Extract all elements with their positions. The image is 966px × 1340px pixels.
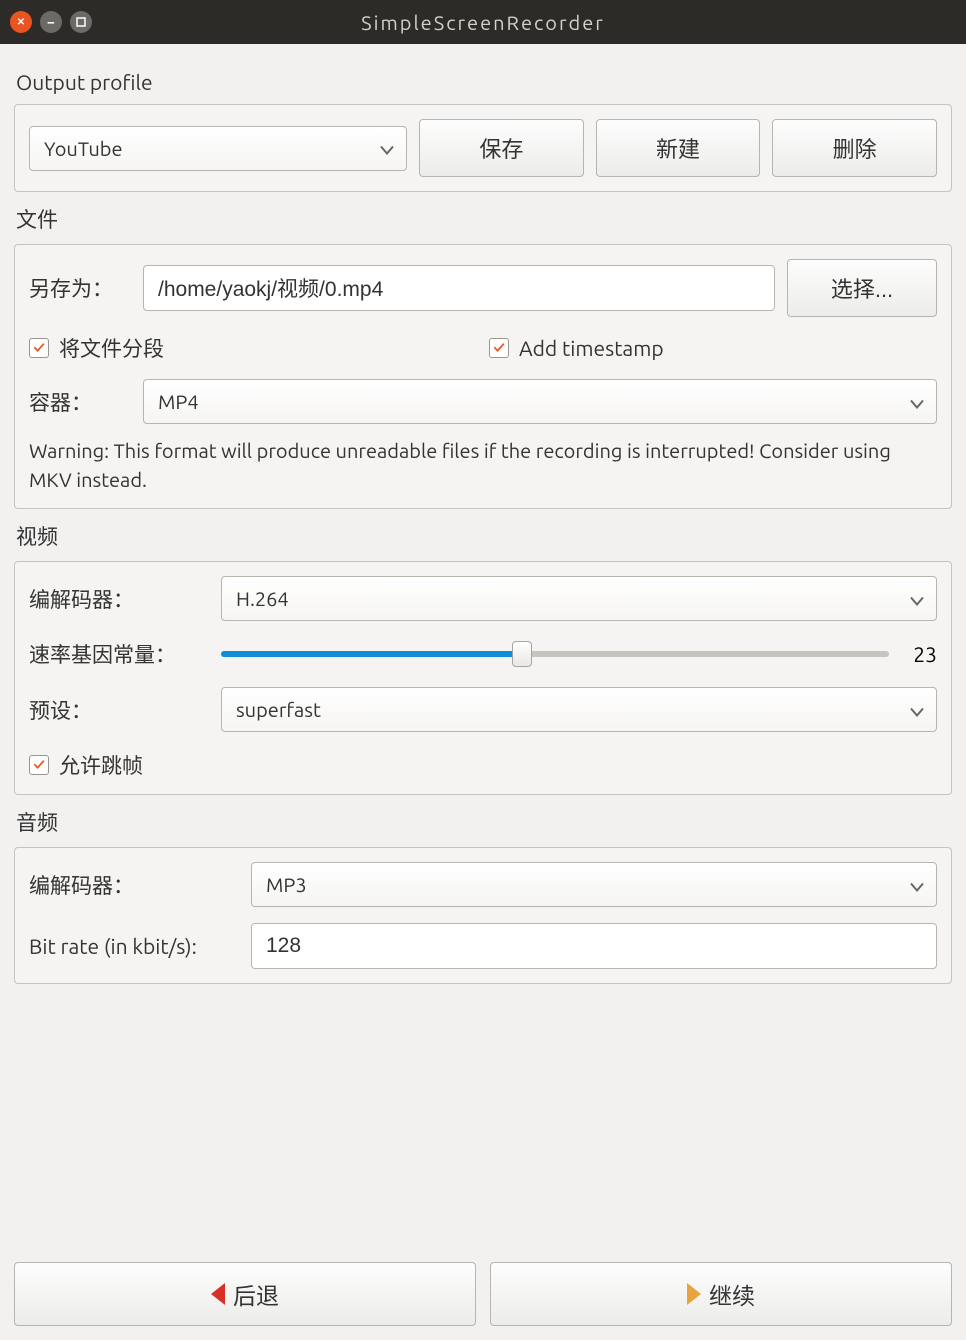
back-label: 后退 xyxy=(233,1277,279,1311)
crf-label: 速率基因常量： xyxy=(29,639,209,669)
container-value: MP4 xyxy=(158,390,199,413)
audio-section-label: 音频 xyxy=(16,807,952,837)
checkbox-icon xyxy=(29,755,49,775)
chevron-down-icon xyxy=(910,698,924,721)
crf-slider[interactable] xyxy=(221,651,889,657)
chevron-down-icon xyxy=(380,137,394,160)
file-panel: 另存为： 选择... 将文件分段 Add timestamp 容器： MP4 xyxy=(14,244,952,509)
segment-checkbox-label: 将文件分段 xyxy=(59,333,164,363)
audio-codec-value: MP3 xyxy=(266,873,307,896)
video-panel: 编解码器： H.264 速率基因常量： 23 预设： xyxy=(14,561,952,795)
profile-value: YouTube xyxy=(44,137,123,160)
chevron-down-icon xyxy=(910,390,924,413)
save-button[interactable]: 保存 xyxy=(419,119,584,177)
window-controls xyxy=(10,11,92,33)
checkbox-icon xyxy=(489,338,509,358)
continue-label: 继续 xyxy=(709,1277,755,1311)
container-warning: Warning: This format will produce unread… xyxy=(29,436,937,494)
video-codec-select[interactable]: H.264 xyxy=(221,576,937,621)
file-section-label: 文件 xyxy=(16,204,952,234)
preset-select[interactable]: superfast xyxy=(221,687,937,732)
save-as-input[interactable] xyxy=(143,265,775,311)
delete-button[interactable]: 删除 xyxy=(772,119,937,177)
video-codec-value: H.264 xyxy=(236,587,289,610)
container-label: 容器： xyxy=(29,387,131,417)
continue-button[interactable]: 继续 xyxy=(490,1262,952,1326)
chevron-down-icon xyxy=(910,873,924,896)
minimize-icon[interactable] xyxy=(40,11,62,33)
container-select[interactable]: MP4 xyxy=(143,379,937,424)
save-as-label: 另存为： xyxy=(29,273,131,303)
maximize-icon[interactable] xyxy=(70,11,92,33)
bitrate-label: Bit rate (in kbit/s): xyxy=(29,934,239,958)
audio-codec-select[interactable]: MP3 xyxy=(251,862,937,907)
arrow-left-icon xyxy=(211,1283,225,1305)
titlebar: SimpleScreenRecorder xyxy=(0,0,966,44)
bitrate-input[interactable] xyxy=(251,923,937,969)
new-button[interactable]: 新建 xyxy=(596,119,761,177)
output-profile-label: Output profile xyxy=(16,70,952,94)
segment-checkbox[interactable]: 将文件分段 xyxy=(29,333,477,363)
profile-select[interactable]: YouTube xyxy=(29,126,407,171)
browse-button[interactable]: 选择... xyxy=(787,259,937,317)
chevron-down-icon xyxy=(910,587,924,610)
audio-codec-label: 编解码器： xyxy=(29,870,239,900)
checkbox-icon xyxy=(29,338,49,358)
video-codec-label: 编解码器： xyxy=(29,584,209,614)
audio-panel: 编解码器： MP3 Bit rate (in kbit/s): xyxy=(14,847,952,984)
close-icon[interactable] xyxy=(10,11,32,33)
skip-frame-checkbox[interactable]: 允许跳帧 xyxy=(29,750,143,780)
timestamp-checkbox-label: Add timestamp xyxy=(519,336,664,360)
skip-frame-label: 允许跳帧 xyxy=(59,750,143,780)
crf-value: 23 xyxy=(903,642,937,666)
arrow-right-icon xyxy=(687,1283,701,1305)
video-section-label: 视频 xyxy=(16,521,952,551)
preset-label: 预设： xyxy=(29,695,209,725)
window-title: SimpleScreenRecorder xyxy=(0,11,966,34)
timestamp-checkbox[interactable]: Add timestamp xyxy=(489,336,937,360)
footer-nav: 后退 继续 xyxy=(14,1262,952,1326)
output-profile-panel: YouTube 保存 新建 删除 xyxy=(14,104,952,192)
back-button[interactable]: 后退 xyxy=(14,1262,476,1326)
preset-value: superfast xyxy=(236,698,321,721)
